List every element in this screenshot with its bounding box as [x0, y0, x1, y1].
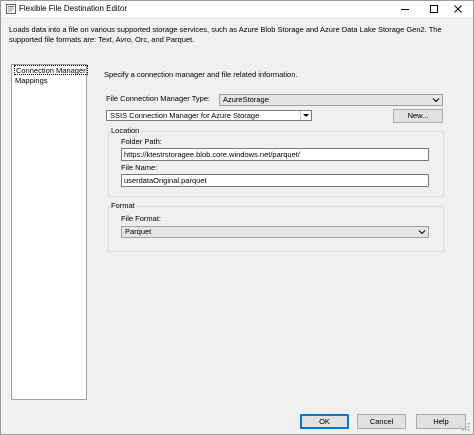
- folder-path-input[interactable]: https://ktestrstoragee.blob.core.windows…: [121, 148, 429, 161]
- file-format-select[interactable]: Parquet: [121, 226, 429, 238]
- dropdown-button[interactable]: [300, 111, 311, 120]
- conn-manager-select[interactable]: SSIS Connection Manager for Azure Storag…: [106, 110, 312, 121]
- cancel-button[interactable]: Cancel: [357, 414, 406, 429]
- help-button[interactable]: Help: [416, 414, 466, 429]
- maximize-icon: [430, 5, 438, 13]
- instruction-text: Specify a connection manager and file re…: [104, 70, 298, 79]
- dropdown-arrow-icon: [303, 114, 309, 117]
- close-button[interactable]: [443, 1, 473, 17]
- ok-button[interactable]: OK: [300, 414, 349, 429]
- page-list: Connection Manager Mappings: [11, 64, 88, 400]
- file-name-input[interactable]: userdataOriginal.parquet: [121, 174, 429, 187]
- file-format-value: Parquet: [125, 227, 152, 236]
- app-icon: [6, 4, 16, 14]
- conn-type-label: File Connection Manager Type:: [106, 94, 211, 103]
- title-bar: Flexible File Destination Editor: [1, 1, 473, 17]
- format-group-label: Format: [110, 201, 136, 211]
- location-group-label: Location: [110, 126, 141, 136]
- conn-type-select[interactable]: AzureStorage: [219, 94, 443, 106]
- folder-path-label: Folder Path:: [121, 137, 162, 146]
- nav-item-mappings[interactable]: Mappings: [15, 76, 48, 86]
- window-title: Flexible File Destination Editor: [19, 4, 128, 13]
- resize-grip-icon[interactable]: [461, 422, 471, 432]
- nav-item-connection-manager[interactable]: Connection Manager: [14, 65, 88, 75]
- file-format-label: File Format:: [121, 214, 162, 223]
- dialog-window: Flexible File Destination Editor Loads d…: [0, 0, 474, 435]
- chevron-down-icon: [432, 98, 440, 103]
- minimize-icon: [401, 9, 409, 10]
- minimize-button[interactable]: [390, 1, 420, 17]
- chevron-down-icon: [418, 230, 426, 235]
- close-icon: [454, 5, 462, 13]
- file-name-label: File Name:: [121, 163, 158, 172]
- conn-type-value: AzureStorage: [223, 95, 269, 104]
- conn-manager-value: SSIS Connection Manager for Azure Storag…: [110, 111, 260, 120]
- dialog-description: Loads data into a file on various suppor…: [9, 25, 442, 44]
- new-button[interactable]: New...: [393, 109, 443, 123]
